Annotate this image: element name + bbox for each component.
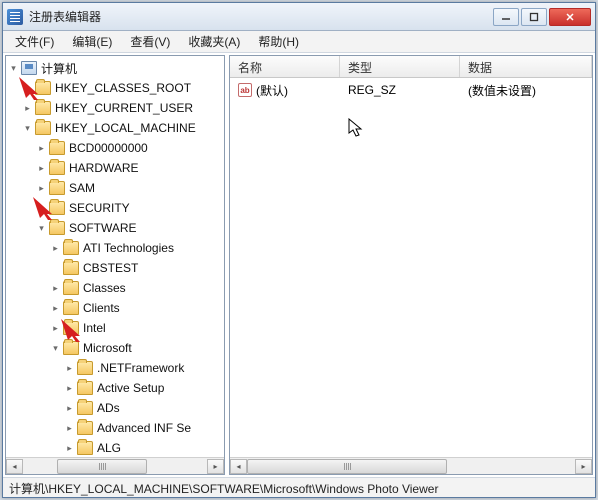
maximize-button[interactable] [521, 8, 547, 26]
folder-icon [63, 241, 79, 255]
value-data: (数值未设置) [460, 82, 592, 99]
folder-icon [49, 201, 65, 215]
tree-item-hklm[interactable]: ▾HKEY_LOCAL_MACHINE [6, 118, 224, 138]
scroll-right-button[interactable]: ▸ [207, 459, 224, 474]
close-button[interactable] [549, 8, 591, 26]
tree-item-hkcr[interactable]: ▸HKEY_CLASSES_ROOT [6, 78, 224, 98]
scroll-left-button[interactable]: ◂ [230, 459, 247, 474]
folder-icon [77, 361, 93, 375]
folder-icon [77, 421, 93, 435]
tree-item-microsoft[interactable]: ▾Microsoft [6, 338, 224, 358]
tree-item-sam[interactable]: ▸SAM [6, 178, 224, 198]
col-name[interactable]: 名称 [230, 56, 340, 77]
string-value-icon: ab [238, 83, 252, 97]
folder-icon [77, 381, 93, 395]
folder-icon [49, 221, 65, 235]
tree-item-bcd[interactable]: ▸BCD00000000 [6, 138, 224, 158]
scroll-track[interactable] [247, 459, 575, 474]
tree-item-cbstest[interactable]: ▸CBSTEST [6, 258, 224, 278]
window-title: 注册表编辑器 [29, 8, 493, 25]
list-hscrollbar[interactable]: ◂ ▸ [230, 457, 592, 474]
menu-edit[interactable]: 编辑(E) [64, 31, 120, 52]
scroll-left-button[interactable]: ◂ [6, 459, 23, 474]
folder-icon [35, 121, 51, 135]
list-header: 名称 类型 数据 [230, 56, 592, 78]
tree-item-software[interactable]: ▾SOFTWARE [6, 218, 224, 238]
folder-icon [49, 181, 65, 195]
folder-icon [63, 261, 79, 275]
menu-favorites[interactable]: 收藏夹(A) [180, 31, 248, 52]
folder-icon [49, 161, 65, 175]
folder-icon [63, 321, 79, 335]
values-list[interactable]: ab (默认) REG_SZ (数值未设置) [230, 78, 592, 457]
content-area: ▾计算机 ▸HKEY_CLASSES_ROOT ▸HKEY_CURRENT_US… [3, 53, 595, 477]
registry-editor-window: 注册表编辑器 文件(F) 编辑(E) 查看(V) 收藏夹(A) 帮助(H) ▾计… [2, 2, 596, 498]
tree-item-clients[interactable]: ▸Clients [6, 298, 224, 318]
folder-icon [77, 401, 93, 415]
menu-view[interactable]: 查看(V) [122, 31, 178, 52]
tree-item-ati[interactable]: ▸ATI Technologies [6, 238, 224, 258]
scroll-thumb[interactable] [247, 459, 447, 474]
folder-icon [49, 141, 65, 155]
tree-item-netfx[interactable]: ▸.NETFramework [6, 358, 224, 378]
tree-item-advinf[interactable]: ▸Advanced INF Se [6, 418, 224, 438]
value-name: (默认) [256, 82, 288, 99]
list-row[interactable]: ab (默认) REG_SZ (数值未设置) [230, 80, 592, 100]
tree-item-hkcu[interactable]: ▸HKEY_CURRENT_USER [6, 98, 224, 118]
values-pane: 名称 类型 数据 ab (默认) REG_SZ (数值未设置) ◂ ▸ [229, 55, 593, 475]
title-bar[interactable]: 注册表编辑器 [3, 3, 595, 31]
menu-bar: 文件(F) 编辑(E) 查看(V) 收藏夹(A) 帮助(H) [3, 31, 595, 53]
value-type: REG_SZ [340, 83, 460, 97]
tree-view[interactable]: ▾计算机 ▸HKEY_CLASSES_ROOT ▸HKEY_CURRENT_US… [6, 56, 224, 457]
tree-item-computer[interactable]: ▾计算机 [6, 58, 224, 78]
menu-file[interactable]: 文件(F) [7, 31, 62, 52]
tree-item-classes[interactable]: ▸Classes [6, 278, 224, 298]
tree-hscrollbar[interactable]: ◂ ▸ [6, 457, 224, 474]
folder-icon [35, 101, 51, 115]
folder-icon [63, 281, 79, 295]
tree-item-hardware[interactable]: ▸HARDWARE [6, 158, 224, 178]
tree-pane: ▾计算机 ▸HKEY_CLASSES_ROOT ▸HKEY_CURRENT_US… [5, 55, 225, 475]
menu-help[interactable]: 帮助(H) [250, 31, 307, 52]
scroll-right-button[interactable]: ▸ [575, 459, 592, 474]
status-bar: 计算机\HKEY_LOCAL_MACHINE\SOFTWARE\Microsof… [3, 477, 595, 497]
scroll-thumb[interactable] [57, 459, 147, 474]
scroll-track[interactable] [23, 459, 207, 474]
folder-icon [63, 341, 79, 355]
folder-icon [77, 441, 93, 455]
tree-item-intel[interactable]: ▸Intel [6, 318, 224, 338]
computer-icon [21, 61, 37, 75]
app-icon [7, 9, 23, 25]
window-buttons [493, 8, 591, 26]
tree-item-ads[interactable]: ▸ADs [6, 398, 224, 418]
tree-item-activesetup[interactable]: ▸Active Setup [6, 378, 224, 398]
tree-item-alg[interactable]: ▸ALG [6, 438, 224, 457]
col-data[interactable]: 数据 [460, 56, 592, 77]
col-type[interactable]: 类型 [340, 56, 460, 77]
minimize-button[interactable] [493, 8, 519, 26]
folder-icon [63, 301, 79, 315]
folder-icon [35, 81, 51, 95]
status-path: 计算机\HKEY_LOCAL_MACHINE\SOFTWARE\Microsof… [9, 482, 438, 496]
tree-item-security[interactable]: ▸SECURITY [6, 198, 224, 218]
